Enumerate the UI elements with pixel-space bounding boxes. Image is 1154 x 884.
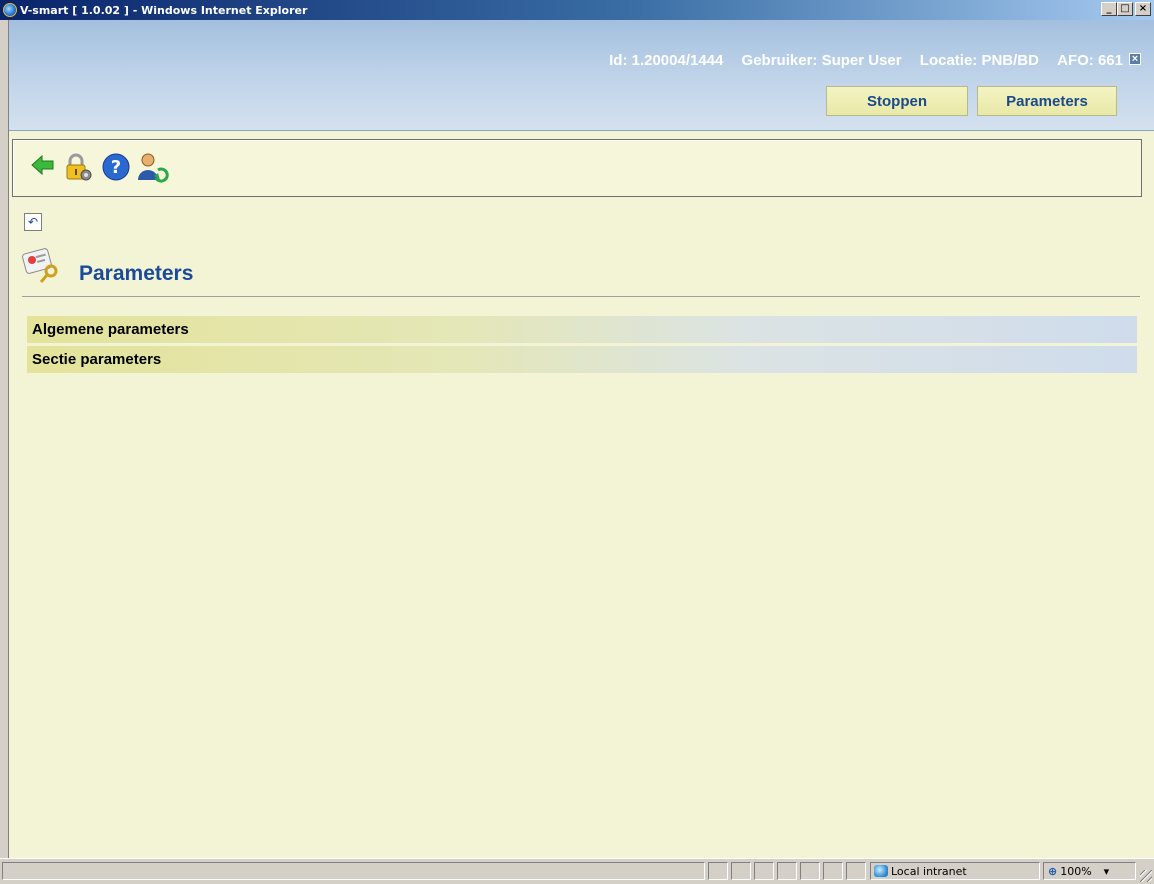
svg-text:?: ? — [111, 157, 121, 178]
page-title: Parameters — [79, 262, 194, 285]
window-left-border — [0, 20, 9, 858]
status-cell — [777, 862, 797, 880]
window-title: V-smart [ 1.0.02 ] - Windows Internet Ex… — [20, 3, 308, 17]
status-cell — [846, 862, 866, 880]
minimize-button[interactable]: _ — [1101, 2, 1117, 16]
session-info: Id: 1.20004/1444 Gebruiker: Super User L… — [609, 52, 1123, 69]
status-cell — [800, 862, 820, 880]
status-cell — [708, 862, 728, 880]
parameter-list: Algemene parameters Sectie parameters — [27, 316, 1137, 376]
zone-label: Local intranet — [891, 864, 967, 878]
list-item-sectie-parameters[interactable]: Sectie parameters — [27, 346, 1137, 373]
close-window-button[interactable]: × — [1135, 2, 1151, 16]
maximize-button[interactable]: □ — [1117, 2, 1133, 16]
status-cell — [823, 862, 843, 880]
zoom-control[interactable]: ⊕ 100% ▾ — [1043, 862, 1136, 880]
session-afo: AFO: 661 — [1057, 52, 1123, 69]
session-user: Gebruiker: Super User — [741, 52, 902, 69]
client-area: Id: 1.20004/1444 Gebruiker: Super User L… — [9, 20, 1154, 858]
help-icon[interactable]: ? — [101, 152, 131, 182]
window-controls: _ □ × — [1101, 2, 1151, 16]
session-id: Id: 1.20004/1444 — [609, 52, 724, 69]
security-zone[interactable]: Local intranet — [870, 862, 1040, 880]
parameters-button[interactable]: Parameters — [977, 86, 1117, 116]
parameters-card-key-icon — [22, 248, 58, 283]
status-text-cell — [2, 862, 705, 880]
title-divider — [22, 296, 1140, 297]
close-session-icon[interactable]: × — [1129, 53, 1141, 65]
header-band: Id: 1.20004/1444 Gebruiker: Super User L… — [9, 20, 1154, 131]
lock-settings-icon[interactable] — [63, 152, 93, 182]
window-title-bar[interactable]: V-smart [ 1.0.02 ] - Windows Internet Ex… — [0, 0, 1154, 20]
user-refresh-icon[interactable] — [136, 152, 170, 184]
zoom-level: 100% — [1060, 864, 1092, 878]
session-location: Locatie: PNB/BD — [919, 52, 1039, 69]
status-bar: Local intranet ⊕ 100% ▾ — [0, 858, 1154, 884]
resize-grip-icon[interactable] — [1140, 870, 1152, 882]
zoom-dropdown-arrow-icon[interactable]: ▾ — [1104, 865, 1110, 878]
toolbar: ? — [12, 139, 1142, 197]
zoom-magnifier-icon: ⊕ — [1048, 864, 1058, 878]
back-arrow-icon[interactable] — [30, 152, 56, 178]
status-cell — [754, 862, 774, 880]
intranet-zone-icon — [874, 865, 888, 877]
list-item-algemene-parameters[interactable]: Algemene parameters — [27, 316, 1137, 343]
stop-button[interactable]: Stoppen — [826, 86, 968, 116]
status-cell — [731, 862, 751, 880]
undo-icon[interactable]: ↶ — [24, 213, 42, 231]
ie-browser-icon — [3, 3, 17, 17]
